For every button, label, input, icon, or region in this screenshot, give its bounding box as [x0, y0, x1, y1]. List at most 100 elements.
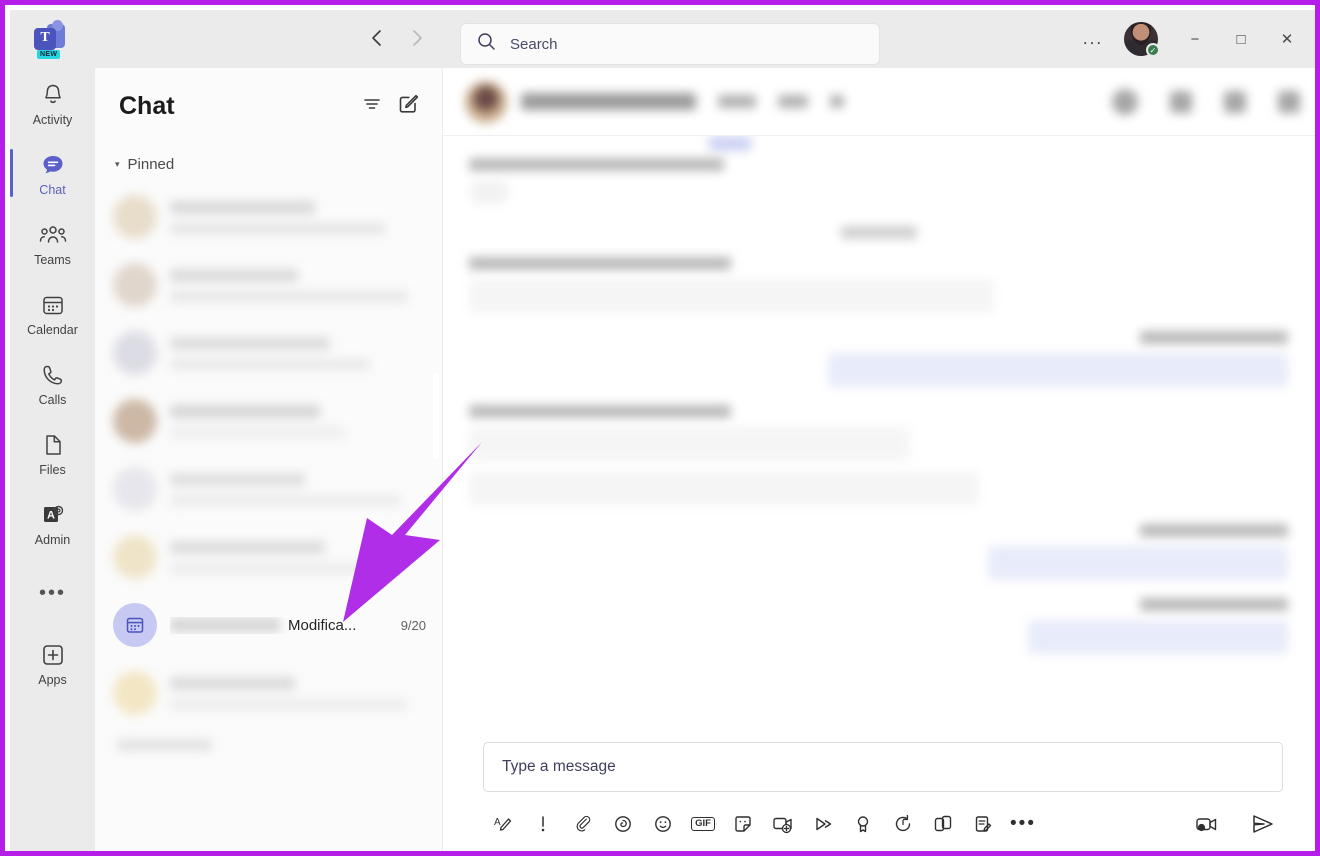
- approvals-icon[interactable]: [963, 806, 1003, 842]
- message-meta: [469, 158, 724, 171]
- list-item[interactable]: [95, 455, 442, 523]
- titlebar-more-button[interactable]: ...: [1070, 19, 1116, 59]
- plus-square-icon: [39, 640, 67, 670]
- sidebar-item-label: Apps: [38, 672, 67, 687]
- emoji-icon[interactable]: [643, 806, 683, 842]
- list-item-time: [415, 210, 426, 225]
- unread-badge: [708, 136, 752, 151]
- more-options-icon[interactable]: •••: [1003, 806, 1043, 842]
- list-item-text: [170, 404, 407, 438]
- praise-icon[interactable]: [843, 806, 883, 842]
- search-icon[interactable]: [1224, 90, 1246, 113]
- search-input[interactable]: Search: [460, 23, 880, 65]
- message-list[interactable]: [443, 136, 1315, 742]
- message-input-placeholder: Type a message: [502, 758, 616, 775]
- close-button[interactable]: ✕: [1264, 19, 1310, 59]
- message-meta: [1140, 524, 1288, 537]
- more-options-icon[interactable]: [1278, 90, 1300, 113]
- add-people-icon[interactable]: [1112, 88, 1138, 115]
- format-icon[interactable]: A: [483, 806, 523, 842]
- bell-icon: [40, 80, 66, 110]
- message-input[interactable]: Type a message: [483, 742, 1283, 792]
- gif-icon[interactable]: GIF: [683, 806, 723, 842]
- avatar: [465, 80, 507, 123]
- list-item[interactable]: [95, 251, 442, 319]
- schedule-icon[interactable]: [883, 806, 923, 842]
- list-item[interactable]: [95, 659, 442, 727]
- sticker-icon[interactable]: [723, 806, 763, 842]
- list-item-text: [170, 200, 407, 234]
- sidebar-item-activity[interactable]: Activity: [10, 68, 95, 138]
- filter-icon[interactable]: [361, 93, 383, 120]
- sidebar-item-calendar[interactable]: Calendar: [10, 278, 95, 348]
- message-bubble-outgoing[interactable]: [828, 353, 1288, 387]
- apps-icon[interactable]: [923, 806, 963, 842]
- meet-now-icon[interactable]: [763, 806, 803, 842]
- message-bubble-incoming[interactable]: [469, 472, 979, 506]
- conversation-pane: Type a message A GIF •••: [443, 68, 1315, 851]
- sidebar-item-label: Calls: [38, 392, 67, 407]
- avatar: [113, 399, 157, 443]
- avatar[interactable]: ✓: [1124, 22, 1160, 57]
- sidebar-item-files[interactable]: Files: [10, 418, 95, 488]
- message-composer: Type a message A GIF •••: [443, 742, 1315, 851]
- maximize-button[interactable]: □: [1218, 19, 1264, 59]
- message-reaction[interactable]: [469, 180, 509, 204]
- message-bubble-incoming[interactable]: [469, 427, 909, 461]
- list-item-text: [170, 540, 407, 574]
- conversation-header: [443, 68, 1315, 136]
- tab-files[interactable]: [778, 95, 808, 108]
- list-section-footer: [95, 727, 442, 751]
- composer-send-group: [1187, 806, 1283, 842]
- stream-icon[interactable]: [803, 806, 843, 842]
- list-item-text: [170, 268, 408, 302]
- sidebar-item-label: Chat: [39, 182, 66, 197]
- avatar: [113, 195, 157, 239]
- logo-new-badge: NEW: [37, 50, 61, 59]
- compose-icon[interactable]: [397, 92, 420, 120]
- sidebar-item-more[interactable]: •••: [10, 558, 95, 628]
- sidebar-item-label: Calendar: [27, 322, 78, 337]
- search-placeholder: Search: [510, 35, 558, 53]
- page-title: Chat: [119, 91, 175, 120]
- sidebar-item-chat[interactable]: Chat: [10, 138, 95, 208]
- list-item-time: [415, 482, 426, 497]
- forward-icon[interactable]: [410, 28, 424, 48]
- message-bubble-outgoing[interactable]: [1028, 620, 1288, 654]
- sidebar-item-label: Activity: [32, 112, 73, 127]
- chat-list-scrollbar[interactable]: [433, 373, 439, 458]
- admin-gear-icon: A: [39, 500, 67, 530]
- conversation-actions: [1112, 88, 1300, 115]
- list-item[interactable]: [95, 387, 442, 455]
- back-icon[interactable]: [370, 28, 384, 48]
- tab-chat[interactable]: [718, 95, 756, 108]
- video-clip-icon[interactable]: [1187, 806, 1227, 842]
- chat-list-pane: Chat ▾ Pinned Modifica... 9/20: [95, 68, 443, 851]
- list-item[interactable]: [95, 319, 442, 387]
- sidebar-item-teams[interactable]: Teams: [10, 208, 95, 278]
- composer-toolbar: A GIF •••: [483, 804, 1283, 844]
- loop-icon[interactable]: [603, 806, 643, 842]
- sidebar-item-admin[interactable]: A Admin: [10, 488, 95, 558]
- chat-row-modifica[interactable]: Modifica... 9/20: [95, 591, 442, 659]
- list-item[interactable]: [95, 523, 442, 591]
- sidebar-item-calls[interactable]: Calls: [10, 348, 95, 418]
- video-call-icon[interactable]: [1170, 90, 1192, 113]
- sidebar-item-apps[interactable]: Apps: [10, 628, 95, 698]
- list-item[interactable]: [95, 183, 442, 251]
- tab-add[interactable]: [830, 95, 844, 108]
- search-icon: [477, 32, 496, 56]
- file-icon: [41, 430, 65, 460]
- message-meta: [1140, 331, 1288, 344]
- pinned-section-header[interactable]: ▾ Pinned: [95, 144, 442, 183]
- importance-icon[interactable]: [523, 806, 563, 842]
- minimize-button[interactable]: −: [1172, 19, 1218, 59]
- navigation-arrows: [370, 28, 424, 48]
- message-bubble-incoming[interactable]: [469, 279, 994, 313]
- chat-list-header: Chat: [95, 68, 442, 144]
- send-icon[interactable]: [1243, 806, 1283, 842]
- people-icon: [38, 220, 68, 250]
- attach-icon[interactable]: [563, 806, 603, 842]
- gif-label: GIF: [691, 817, 715, 831]
- message-bubble-outgoing[interactable]: [988, 546, 1288, 580]
